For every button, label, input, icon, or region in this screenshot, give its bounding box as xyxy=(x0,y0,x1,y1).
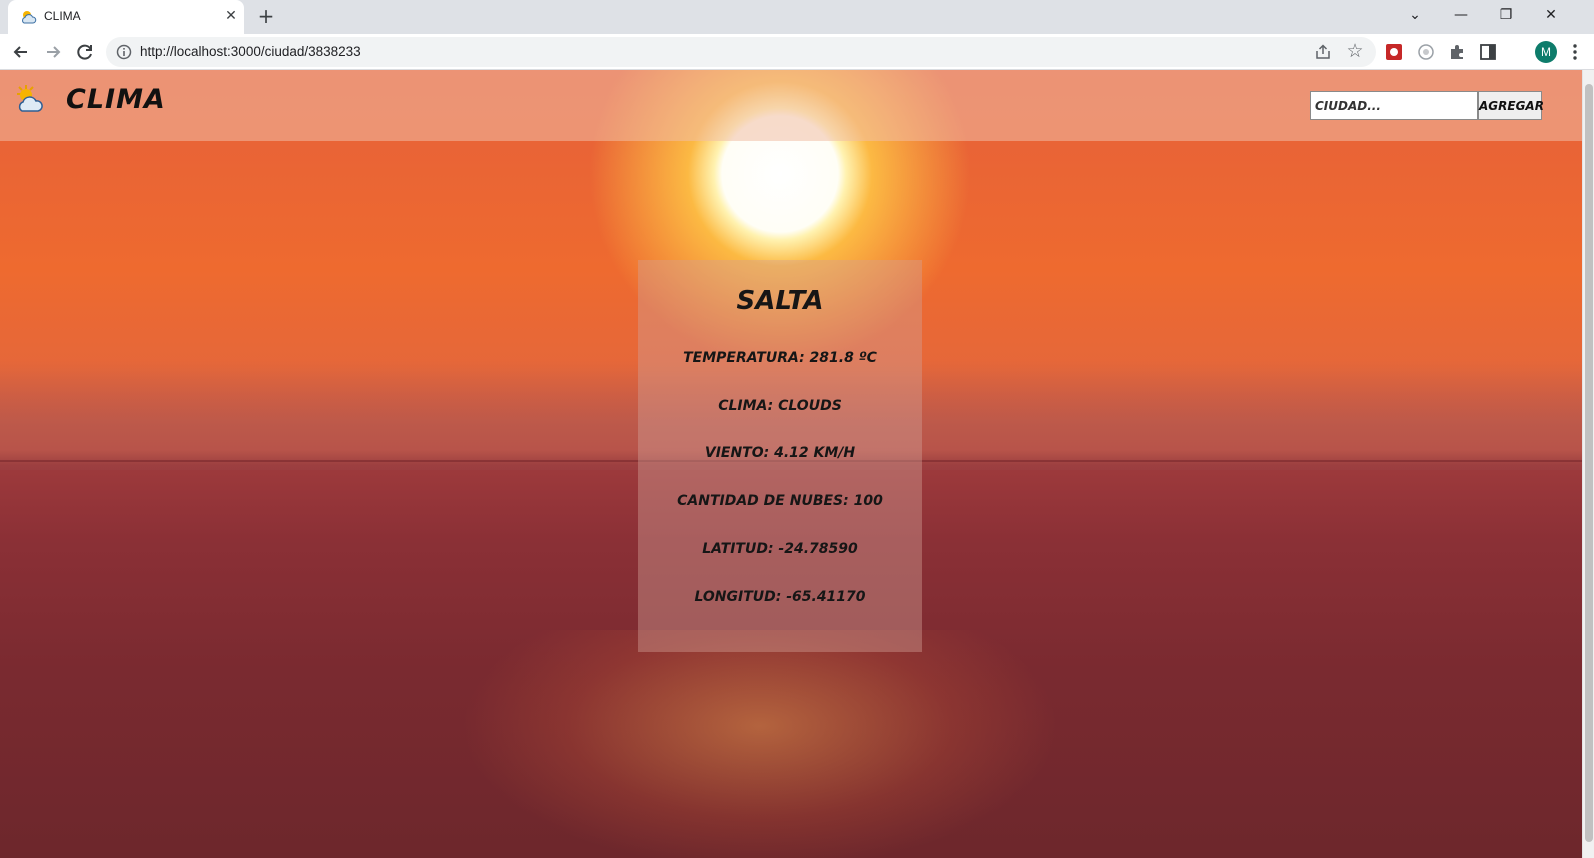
reload-icon[interactable] xyxy=(72,39,98,65)
url-text[interactable]: http://localhost:3000/ciudad/3838233 xyxy=(140,44,361,59)
sun-cloud-icon xyxy=(22,11,37,24)
app-navbar: CLIMA AGREGAR xyxy=(0,70,1582,141)
scrollbar-thumb[interactable] xyxy=(1585,84,1593,842)
tab-search-icon[interactable]: ⌄ xyxy=(1402,4,1428,26)
new-tab-button[interactable]: + xyxy=(254,5,278,29)
latitude-text: LATITUD: -24.78590 xyxy=(702,541,858,557)
city-weather-card: SALTA TEMPERATURA: 281.8 ºC CLIMA: CLOUD… xyxy=(638,260,922,652)
extension-circle-icon[interactable] xyxy=(1416,42,1436,62)
longitude-text: LONGITUD: -65.41170 xyxy=(694,589,866,605)
share-icon[interactable] xyxy=(1314,43,1332,61)
minimize-button[interactable]: — xyxy=(1448,4,1474,26)
add-city-button[interactable]: AGREGAR xyxy=(1478,91,1544,120)
page-scrollbar[interactable] xyxy=(1582,70,1594,858)
profile-avatar[interactable]: M xyxy=(1535,41,1557,63)
clouds-text: CANTIDAD DE NUBES: 100 xyxy=(677,493,883,509)
forward-icon[interactable] xyxy=(40,39,66,65)
tab-title: CLIMA xyxy=(44,9,81,23)
site-info-icon[interactable] xyxy=(116,44,132,60)
wind-text: VIENTO: 4.12 KM/H xyxy=(704,445,856,461)
close-tab-icon[interactable]: ✕ xyxy=(221,6,241,26)
close-window-button[interactable]: ✕ xyxy=(1538,4,1564,26)
city-search-input[interactable] xyxy=(1310,91,1478,120)
city-name: SALTA xyxy=(736,286,824,316)
background-sun-reflection xyxy=(460,630,1060,858)
tab-strip: CLIMA ✕ + ⌄ — ❐ ✕ xyxy=(0,0,1594,34)
app-brand[interactable]: CLIMA xyxy=(66,84,166,115)
extension-red-icon[interactable] xyxy=(1384,42,1404,62)
browser-toolbar: http://localhost:3000/ciudad/3838233 ☆ M xyxy=(0,34,1594,70)
extensions-puzzle-icon[interactable] xyxy=(1447,42,1467,62)
page-viewport: CLIMA AGREGAR SALTA TEMPERATURA: 281.8 º… xyxy=(0,70,1582,858)
sun-cloud-icon xyxy=(17,85,43,112)
back-icon[interactable] xyxy=(8,39,34,65)
restore-button[interactable]: ❐ xyxy=(1493,4,1519,26)
temperature-text: TEMPERATURA: 281.8 ºC xyxy=(683,350,877,366)
side-panel-icon[interactable] xyxy=(1478,42,1498,62)
more-menu-icon[interactable] xyxy=(1570,42,1580,62)
bookmark-star-icon[interactable]: ☆ xyxy=(1344,40,1366,62)
weather-text: CLIMA: CLOUDS xyxy=(718,398,842,414)
browser-tab[interactable]: CLIMA ✕ xyxy=(8,0,244,34)
address-bar[interactable]: http://localhost:3000/ciudad/3838233 ☆ xyxy=(106,37,1376,67)
